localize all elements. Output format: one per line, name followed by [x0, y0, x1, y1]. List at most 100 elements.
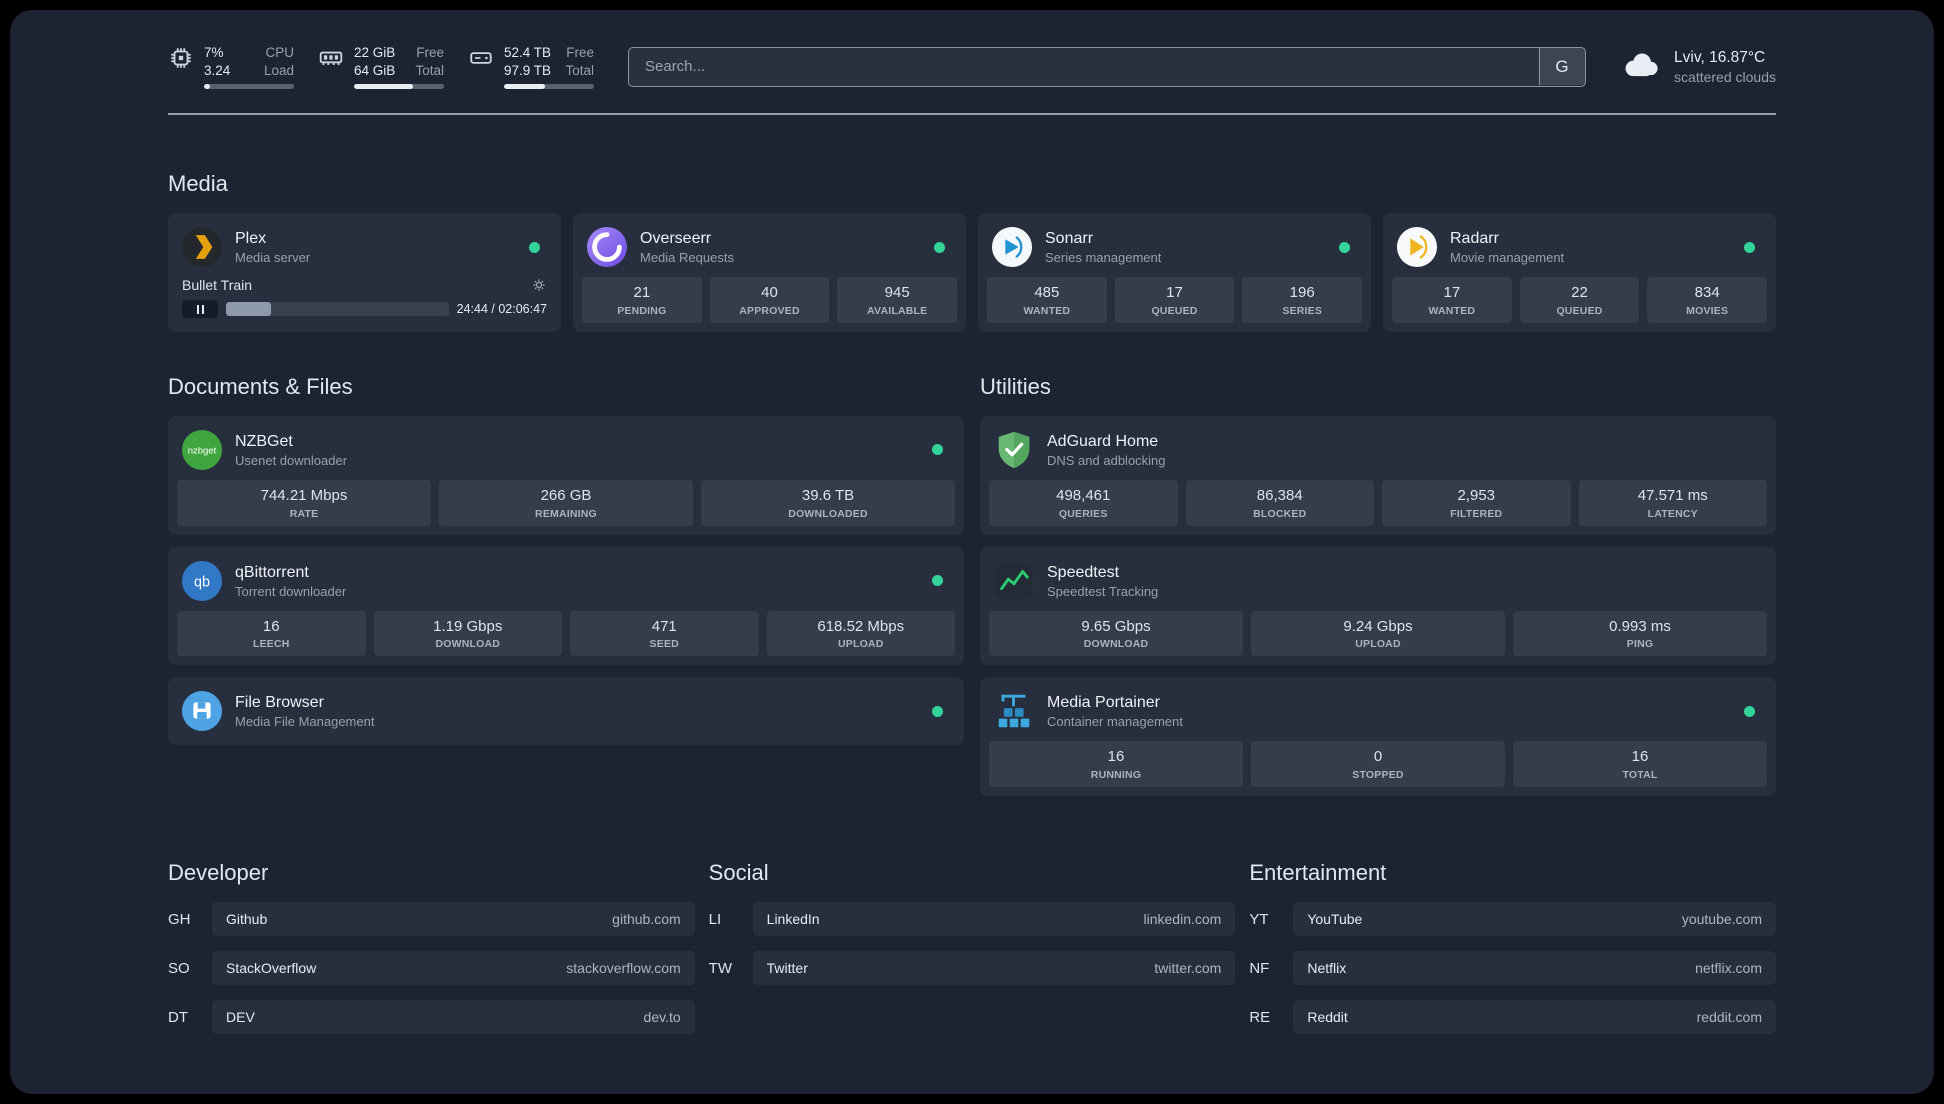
status-dot — [932, 575, 943, 587]
bookmark-stackoverflow[interactable]: StackOverflow stackoverflow.com — [212, 951, 695, 986]
stat-seed: 471 SEED — [570, 610, 759, 657]
stat-movies: 834 MOVIES — [1647, 277, 1768, 323]
bookmark-linkedin[interactable]: LinkedIn linkedin.com — [752, 902, 1236, 937]
stat-queued: 17 QUEUED — [1114, 277, 1235, 323]
stat-total: 16 TOTAL — [1513, 741, 1767, 788]
cpu-icon — [168, 45, 194, 89]
cloud-icon — [1620, 48, 1662, 85]
service-card-nzbget[interactable]: nzbget NZBGet Usenet downloader 744.21 M… — [168, 415, 964, 535]
status-dot — [529, 241, 540, 253]
stat-remaining: 266 GB REMAINING — [439, 479, 693, 526]
service-card-adguard[interactable]: AdGuard Home DNS and adblocking 498,461 Q… — [980, 415, 1776, 535]
disk-progress-fill — [504, 84, 546, 90]
service-card-speedtest[interactable]: Speedtest Speedtest Tracking 9.65 Gbps DO… — [980, 546, 1776, 666]
weather-location-temp: Lviv, 16.87°C — [1674, 49, 1766, 67]
stat-stopped: 0 STOPPED — [1251, 741, 1505, 788]
service-name: Media Portainer — [1047, 694, 1160, 712]
service-subtitle: Torrent downloader — [235, 583, 347, 599]
status-dot — [934, 241, 945, 253]
qbittorrent-icon: qb — [181, 560, 223, 602]
bookmark-row: YT YouTube youtube.com — [1249, 902, 1776, 937]
section-media: Media Plex Media server Bullet Train 24:… — [168, 171, 1776, 332]
disk-total-value: 97.9 TB — [504, 62, 552, 78]
stat-latency: 47.571 ms LATENCY — [1578, 479, 1767, 526]
service-card-overseerr[interactable]: Overseerr Media Requests 21 PENDING 40 APP… — [573, 213, 966, 332]
service-name: Overseerr — [640, 230, 712, 247]
stat-rate: 744.21 Mbps RATE — [177, 479, 431, 526]
pause-button[interactable] — [182, 300, 218, 319]
resource-widgets: 7% CPU 3.24 Load 22 GiB Free 64 GiB Tota… — [168, 44, 594, 90]
service-card-portainer[interactable]: Media Portainer Container management 16 R… — [980, 677, 1776, 797]
stat-queries: 498,461 QUERIES — [989, 479, 1178, 526]
memory-total-value: 64 GiB — [354, 62, 396, 78]
cpu-usage-label: CPU — [265, 45, 294, 60]
svg-text:qb: qb — [194, 574, 210, 590]
gear-icon[interactable] — [531, 277, 547, 293]
service-subtitle: Speedtest Tracking — [1047, 583, 1159, 599]
playback-time: 24:44 / 02:06:47 — [456, 302, 547, 317]
stat-running: 16 RUNNING — [989, 741, 1243, 788]
stat-wanted: 485 WANTED — [987, 277, 1107, 323]
bookmark-github[interactable]: Github github.com — [212, 902, 695, 937]
stat-download: 1.19 Gbps DOWNLOAD — [373, 610, 562, 657]
memory-free-label: Free — [416, 45, 444, 60]
service-name: Speedtest — [1047, 563, 1120, 581]
memory-progress-bar — [354, 84, 444, 90]
bookmark-abbr: DT — [168, 1008, 188, 1026]
service-name: NZBGet — [235, 432, 293, 450]
nzbget-icon: nzbget — [181, 429, 223, 471]
service-subtitle: Series management — [1045, 250, 1162, 266]
search-input[interactable] — [628, 46, 1587, 87]
service-subtitle: Media server — [235, 250, 311, 266]
disk-total-label: Total — [565, 62, 594, 78]
seek-bar[interactable] — [226, 302, 449, 317]
section-title-utilities: Utilities — [980, 373, 1051, 399]
stat-wanted: 17 WANTED — [1392, 277, 1512, 323]
service-card-filebrowser[interactable]: File Browser Media File Management — [168, 677, 964, 746]
service-subtitle: Media File Management — [235, 714, 375, 730]
cpu-load-label: Load — [263, 62, 294, 78]
bookmark-youtube[interactable]: YouTube youtube.com — [1293, 902, 1776, 937]
bookmark-abbr: LI — [708, 910, 722, 928]
service-name: qBittorrent — [235, 563, 309, 581]
resource-widget-memory: 22 GiB Free 64 GiB Total — [318, 44, 444, 90]
cpu-load-value: 3.24 — [204, 62, 231, 78]
topbar: 7% CPU 3.24 Load 22 GiB Free 64 GiB Tota… — [168, 10, 1776, 90]
stat-leech: 16 LEECH — [177, 610, 366, 657]
plex-icon — [181, 226, 223, 268]
bookmark-group-title: Developer — [168, 860, 269, 886]
service-card-plex[interactable]: Plex Media server Bullet Train 24:44 / 0… — [168, 213, 561, 332]
service-name: File Browser — [235, 694, 324, 712]
resource-widget-cpu: 7% CPU 3.24 Load — [168, 44, 294, 90]
service-subtitle: Container management — [1047, 714, 1183, 730]
weather-widget: Lviv, 16.87°C scattered clouds — [1620, 48, 1776, 85]
bookmark-dev[interactable]: DEV dev.to — [212, 1000, 695, 1035]
bookmark-row: TW Twitter twitter.com — [709, 951, 1236, 986]
service-name: Sonarr — [1045, 230, 1094, 247]
bookmark-twitter[interactable]: Twitter twitter.com — [752, 951, 1236, 986]
service-card-qbittorrent[interactable]: qb qBittorrent Torrent downloader 16 LEEC… — [168, 546, 964, 666]
service-subtitle: Media Requests — [640, 250, 734, 266]
service-card-radarr[interactable]: Radarr Movie management 17 WANTED 22 QUEUE… — [1383, 213, 1776, 332]
sonarr-icon — [991, 226, 1033, 268]
service-card-sonarr[interactable]: Sonarr Series management 485 WANTED 17 QUE… — [978, 213, 1371, 332]
bookmark-abbr: GH — [168, 910, 191, 928]
stat-queued: 22 QUEUED — [1519, 277, 1640, 323]
bookmark-reddit[interactable]: Reddit reddit.com — [1293, 1000, 1776, 1035]
overseerr-icon — [586, 226, 628, 268]
stat-upload: 9.24 Gbps UPLOAD — [1251, 610, 1505, 657]
bookmark-netflix[interactable]: Netflix netflix.com — [1293, 951, 1776, 986]
seek-bar-fill — [226, 302, 271, 317]
weather-condition: scattered clouds — [1674, 69, 1776, 85]
section-documents: Documents & Files nzbget NZBGet Usenet d… — [168, 374, 964, 746]
disk-free-label: Free — [566, 45, 594, 60]
stat-pending: 21 PENDING — [582, 277, 702, 323]
search-provider-button[interactable]: G — [1538, 48, 1585, 86]
cpu-progress-bar — [204, 84, 294, 90]
cpu-usage-value: 7% — [204, 45, 224, 60]
service-subtitle: Movie management — [1450, 250, 1565, 266]
bookmark-row: RE Reddit reddit.com — [1249, 1000, 1776, 1035]
stat-filtered: 2,953 FILTERED — [1382, 479, 1571, 526]
speedtest-icon — [993, 560, 1035, 602]
filebrowser-icon — [181, 690, 223, 732]
